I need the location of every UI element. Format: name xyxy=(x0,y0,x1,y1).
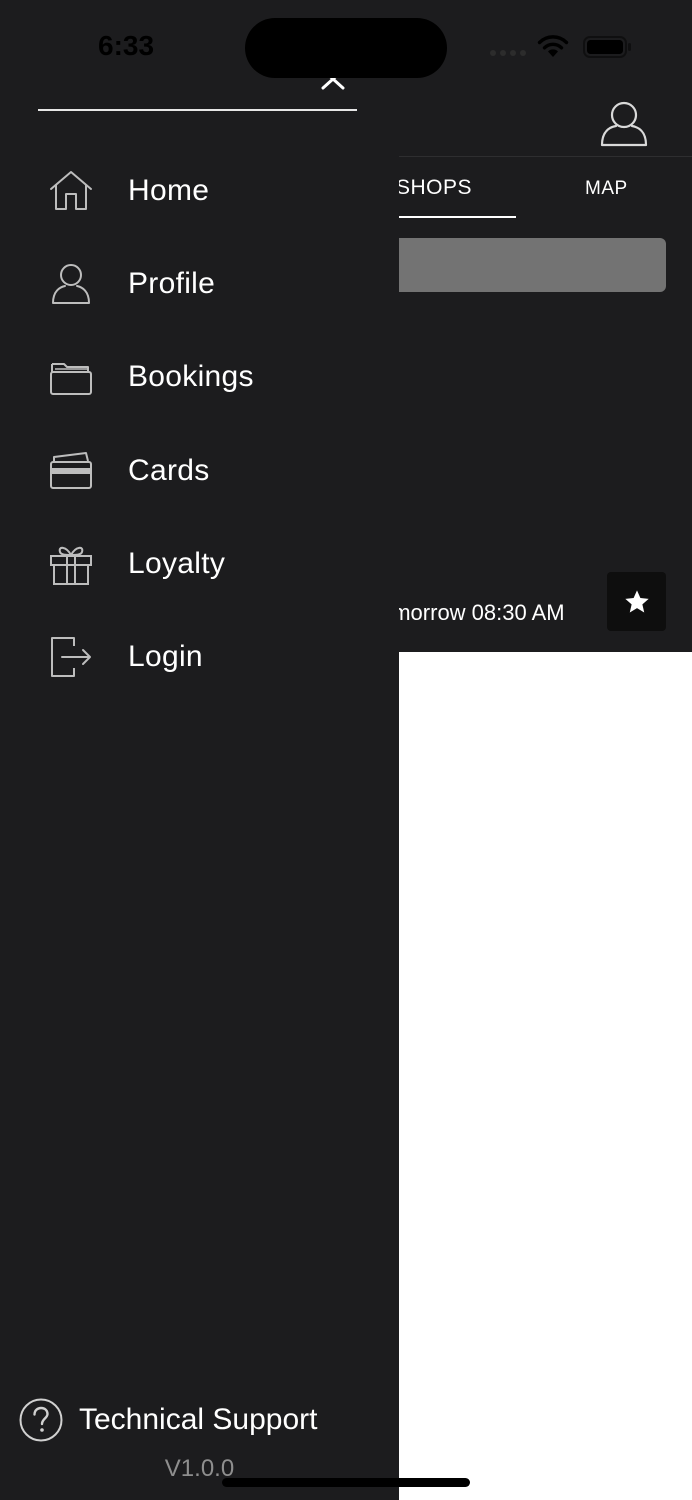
menu-item-label: Profile xyxy=(128,267,216,300)
question-icon xyxy=(18,1397,64,1443)
menu-item-cards[interactable]: Cards xyxy=(0,431,399,511)
menu-item-label: Loyalty xyxy=(128,547,226,580)
menu-item-bookings[interactable]: Bookings xyxy=(0,337,399,417)
menu-item-label: Login xyxy=(128,640,203,673)
card-icon xyxy=(48,448,94,494)
login-icon xyxy=(48,634,94,680)
cellular-signal-icon xyxy=(490,50,526,56)
technical-support-button[interactable]: Technical Support xyxy=(18,1395,358,1445)
menu-item-home[interactable]: Home xyxy=(0,151,399,231)
gift-icon xyxy=(48,541,94,587)
person-icon xyxy=(48,261,94,307)
battery-icon xyxy=(583,36,631,58)
tab-map[interactable]: MAP xyxy=(585,178,628,200)
technical-support-label: Technical Support xyxy=(79,1403,318,1436)
status-time: 6:33 xyxy=(98,30,155,61)
wifi-icon xyxy=(537,35,569,57)
dynamic-island xyxy=(245,18,447,78)
menu-item-login[interactable]: Login xyxy=(0,617,399,697)
person-icon[interactable] xyxy=(598,98,650,148)
search-bar[interactable] xyxy=(380,238,666,292)
folder-icon xyxy=(48,354,94,400)
drawer-divider xyxy=(38,109,357,111)
navigation-drawer: Home Profile Bookings Cards Loyalty Logi… xyxy=(0,0,399,1500)
tab-shops[interactable]: SHOPS xyxy=(396,176,472,200)
menu-item-label: Home xyxy=(128,174,210,207)
menu-item-profile[interactable]: Profile xyxy=(0,244,399,324)
tab-shops-underline xyxy=(398,216,516,218)
home-indicator[interactable] xyxy=(222,1478,470,1487)
favorite-button[interactable] xyxy=(607,572,666,631)
star-icon xyxy=(624,589,649,612)
screen: SHOPS MAP omorrow 08:30 AM 6:33 Home Pro… xyxy=(0,0,692,1500)
home-icon xyxy=(48,168,94,214)
menu-item-label: Bookings xyxy=(128,360,254,393)
menu-item-loyalty[interactable]: Loyalty xyxy=(0,524,399,604)
booking-time-text: omorrow 08:30 AM xyxy=(380,600,565,625)
menu-item-label: Cards xyxy=(128,454,210,487)
